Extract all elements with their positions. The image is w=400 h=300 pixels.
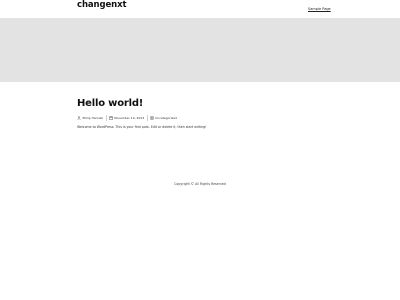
- post-title-link[interactable]: Hello world!: [77, 98, 323, 109]
- post-excerpt: Welcome to WordPress. This is your first…: [77, 125, 207, 129]
- post-author[interactable]: Philip Hannah: [77, 114, 106, 121]
- post-category-name: Uncategorized: [155, 115, 177, 120]
- folder-icon: [149, 115, 154, 120]
- hero-banner: [0, 18, 400, 82]
- post-article: Hello world! Philip Hannah November 19, …: [77, 98, 323, 129]
- footer-copyright: Copyright © All Rights Reserved: [174, 182, 226, 186]
- post-date[interactable]: November 19, 2023: [106, 114, 146, 121]
- user-icon: [77, 115, 81, 120]
- site-title-link[interactable]: changenxt: [77, 0, 127, 10]
- post-date-text: November 19, 2023: [114, 115, 145, 120]
- post-author-name: Philip Hannah: [82, 115, 104, 120]
- site-footer: Copyright © All Rights Reserved: [0, 182, 400, 186]
- nav-link-sample-page[interactable]: Sample Page: [308, 7, 331, 11]
- site-header: changenxt Sample Page: [0, 0, 400, 18]
- post-category[interactable]: Uncategorized: [147, 114, 179, 121]
- calendar-icon: [108, 115, 113, 120]
- post-meta: Philip Hannah November 19, 2023 Uncatego…: [77, 114, 179, 121]
